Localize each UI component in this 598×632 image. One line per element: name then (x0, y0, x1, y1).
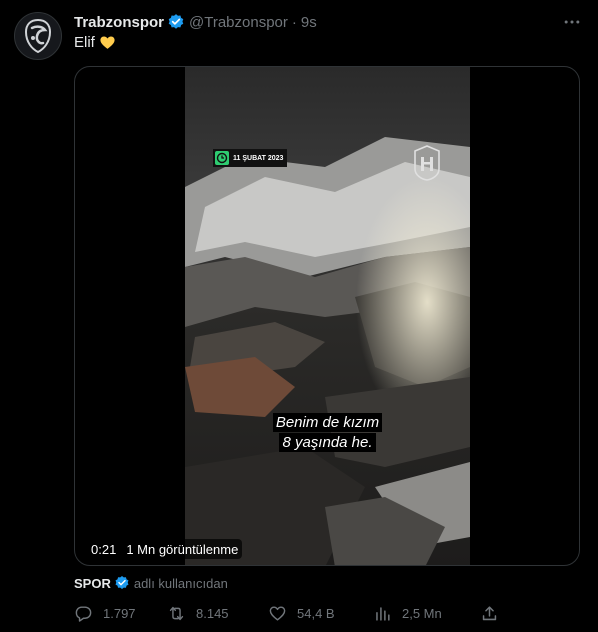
video-scene-image (185, 67, 470, 565)
like-button[interactable]: 54,4 B (268, 602, 335, 624)
retweet-count: 8.145 (196, 605, 229, 621)
trabzonspor-logo-icon (24, 18, 52, 54)
media-attribution[interactable]: SPOR adlı kullanıcıdan (74, 574, 228, 592)
avatar[interactable] (14, 12, 62, 60)
more-dots-icon[interactable] (560, 10, 584, 34)
video-view-count: 1 Mn görüntülenme (126, 541, 239, 557)
clock-icon (215, 151, 229, 165)
views-button[interactable]: 2,5 Mn (373, 602, 442, 624)
reply-count: 1.797 (103, 605, 136, 621)
subtitle-line-2: 8 yaşında he. (185, 433, 470, 452)
subtitle-text-2: 8 yaşında he. (279, 433, 376, 452)
subtitle-text-1: Benim de kızım (272, 413, 383, 432)
analytics-bars-icon (376, 606, 390, 621)
share-icon (482, 605, 497, 620)
handle[interactable]: @Trabzonspor (189, 14, 288, 31)
verified-badge-icon (115, 576, 129, 589)
subtitle-line-1: Benim de kızım (185, 413, 470, 432)
date-text: 11 ŞUBAT 2023 (233, 154, 284, 162)
yellow-heart-icon (100, 36, 115, 49)
reply-icon (75, 605, 92, 622)
broadcaster-logo-icon (414, 145, 440, 181)
views-count: 2,5 Mn (402, 605, 442, 621)
heart-outline-icon (269, 605, 286, 621)
video-frame[interactable]: 11 ŞUBAT 2023 Benim de kızım 8 yaşında h… (185, 67, 470, 565)
action-bar: 1.797 8.145 54,4 B 2,5 Mn (70, 602, 500, 624)
tweet-text: Elif (74, 34, 116, 51)
separator-dot: · (291, 13, 297, 31)
video-meta: 0:21 1 Mn görüntülenme (87, 539, 243, 559)
share-button[interactable] (480, 602, 499, 624)
tweet-text-body: Elif (74, 34, 95, 51)
attribution-source[interactable]: SPOR (74, 576, 111, 591)
video-player[interactable]: 11 ŞUBAT 2023 Benim de kızım 8 yaşında h… (74, 66, 580, 566)
verified-badge-icon (168, 14, 184, 29)
tweet[interactable]: Trabzonspor @Trabzonspor · 9s Elif 11 ŞU… (0, 0, 598, 632)
attribution-suffix: adlı kullanıcıdan (133, 575, 228, 591)
display-name[interactable]: Trabzonspor (74, 14, 164, 31)
retweet-icon (169, 606, 184, 620)
like-count: 54,4 B (297, 605, 335, 621)
retweet-button[interactable]: 8.145 (167, 602, 229, 624)
timestamp[interactable]: 9s (301, 14, 317, 31)
reply-button[interactable]: 1.797 (74, 602, 136, 624)
date-badge: 11 ŞUBAT 2023 (213, 149, 288, 167)
video-duration: 0:21 (91, 541, 117, 557)
tweet-header: Trabzonspor @Trabzonspor · 9s (74, 12, 317, 32)
